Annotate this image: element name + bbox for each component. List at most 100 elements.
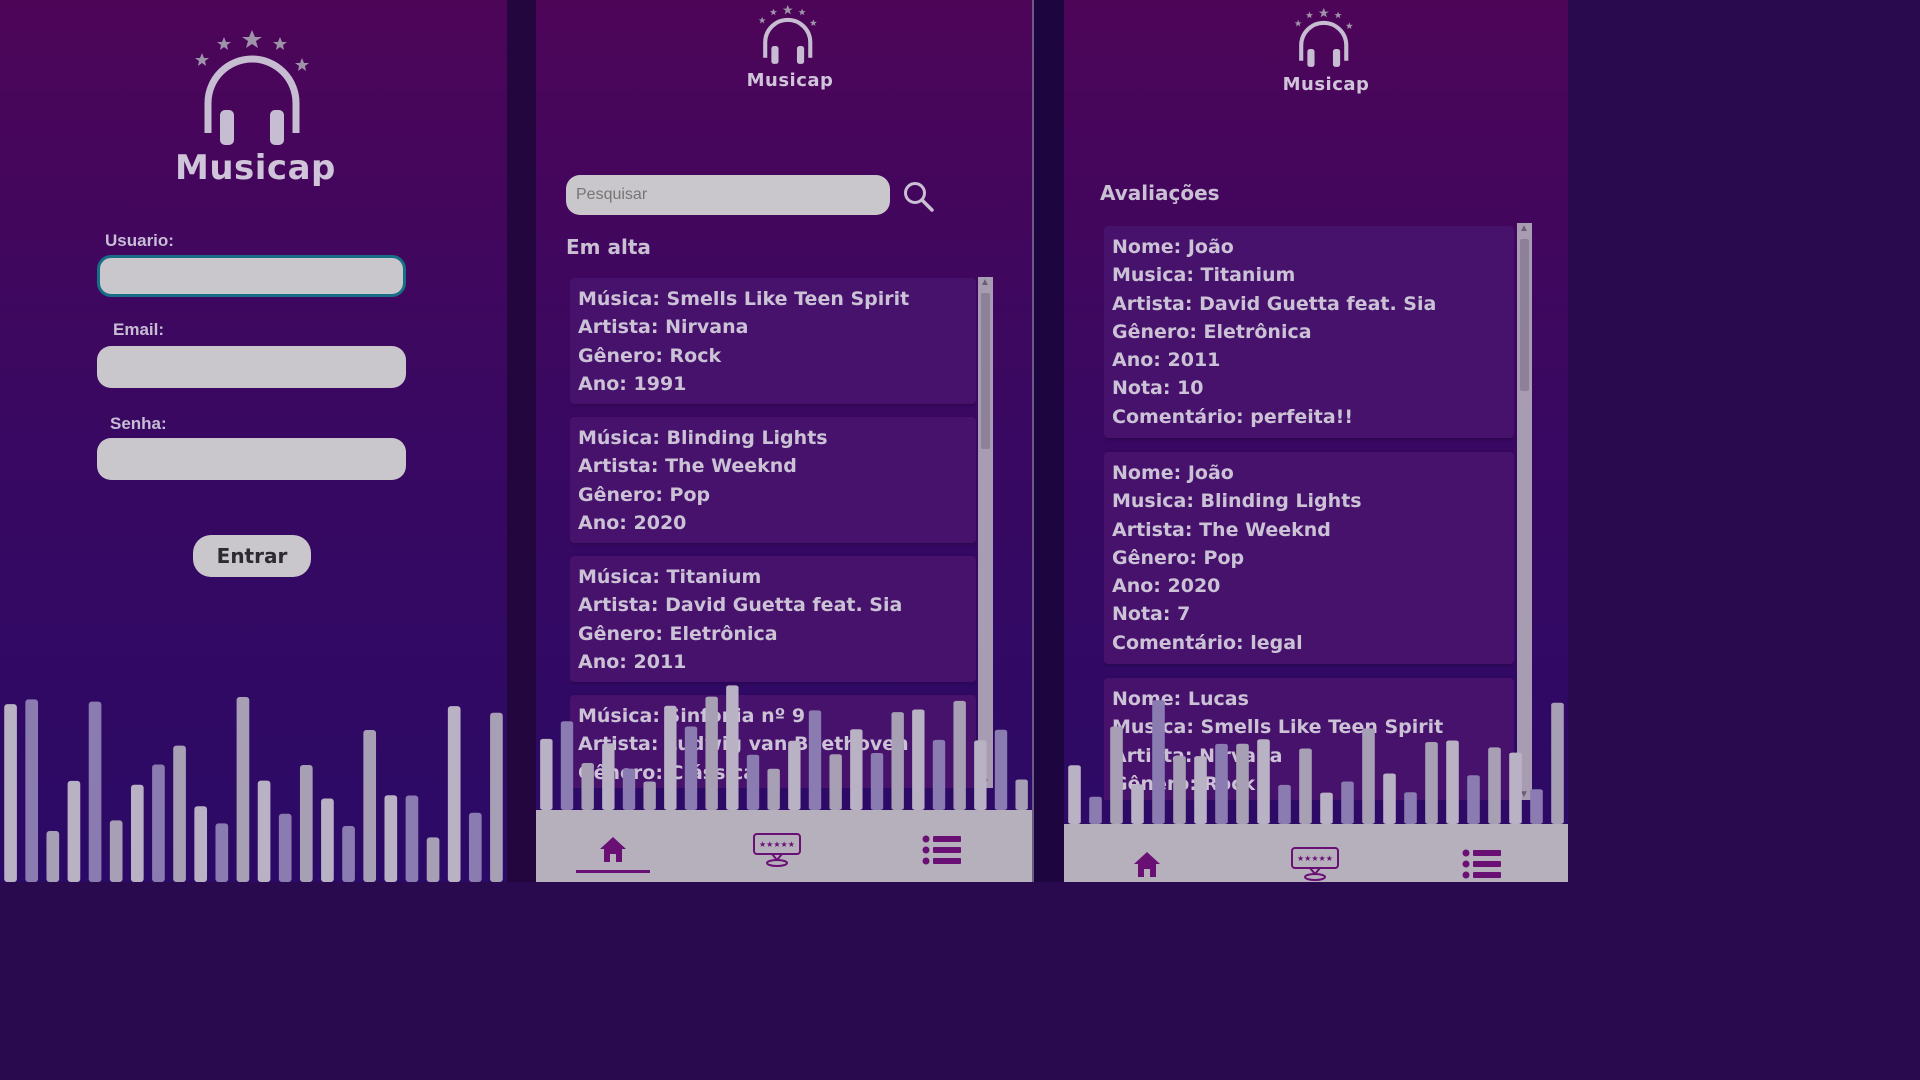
song-card[interactable]: Música: Titanium Artista: David Guetta f… <box>570 556 976 682</box>
equalizer-bar <box>974 740 987 810</box>
song-title: Música: Blinding Lights <box>578 427 828 449</box>
equalizer-bar <box>1425 741 1438 824</box>
headphones-logo-icon <box>758 5 817 64</box>
nav-home[interactable] <box>576 810 650 882</box>
equalizer-bar <box>1110 726 1123 824</box>
equalizer-bar <box>932 739 946 810</box>
equalizer-bar <box>46 831 60 882</box>
search-input[interactable] <box>566 175 890 215</box>
equalizer-bar <box>891 712 904 810</box>
review-score: Nota: 7 <box>1112 603 1191 626</box>
search-icon[interactable] <box>902 180 936 214</box>
usuario-input[interactable] <box>97 255 406 297</box>
song-artist: Artista: Nirvana <box>578 316 749 339</box>
equalizer-bar <box>67 780 81 882</box>
equalizer-bar <box>808 710 822 810</box>
song-genre: Gênero: Eletrônica <box>578 622 778 645</box>
equalizer-bar <box>25 699 39 882</box>
equalizer-bar <box>994 729 1008 810</box>
list-icon <box>1462 849 1501 879</box>
equalizer-bar <box>1215 743 1228 824</box>
scroll-up-icon[interactable]: ▲ <box>978 277 992 288</box>
equalizer-bar <box>912 709 925 810</box>
song-title: Música: Titanium <box>578 566 762 588</box>
app-name: Musicap <box>175 148 336 188</box>
scroll-thumb[interactable] <box>1520 239 1529 391</box>
song-card[interactable]: Música: Blinding Lights Artista: The Wee… <box>570 417 976 543</box>
nav-list[interactable] <box>1460 824 1504 882</box>
song-genre: Gênero: Pop <box>578 483 711 506</box>
email-input[interactable] <box>97 346 406 388</box>
equalizer-bar <box>1320 792 1333 824</box>
song-artist: Artista: David Guetta feat. Sia <box>578 594 903 617</box>
song-year: Ano: 2011 <box>578 650 687 673</box>
equalizer-bar <box>1173 755 1186 824</box>
equalizer-bar <box>4 704 17 882</box>
email-label: Email: <box>113 320 165 339</box>
section-title: Em alta <box>566 235 651 259</box>
review-name: Nome: João <box>1112 462 1234 484</box>
equalizer-bar <box>1131 784 1144 824</box>
senha-input[interactable] <box>97 438 406 480</box>
equalizer-bar <box>705 696 718 810</box>
equalizer-bar <box>152 764 165 882</box>
rating-icon: ★★★★★ <box>1291 847 1339 881</box>
equalizer-bar <box>1446 740 1459 824</box>
equalizer-bar <box>746 754 760 810</box>
equalizer-bar <box>109 820 123 882</box>
section-title: Avaliações <box>1100 181 1220 205</box>
app-name: Musicap <box>1282 74 1370 95</box>
equalizer-bar <box>1509 752 1522 824</box>
equalizer-bar <box>363 729 377 882</box>
equalizer-bar <box>788 740 801 810</box>
review-song: Musica: Titanium <box>1112 264 1296 287</box>
equalizer-decoration <box>4 696 503 882</box>
review-card[interactable]: Nome: João Musica: Titanium Artista: Dav… <box>1104 226 1514 438</box>
nav-ratings[interactable]: ★★★★★ <box>1288 824 1340 882</box>
nav-home[interactable] <box>1130 824 1164 882</box>
equalizer-bar <box>1551 702 1564 824</box>
equalizer-bar <box>850 729 863 810</box>
song-title: Música: Smells Like Teen Spirit <box>578 288 910 310</box>
equalizer-bar <box>1383 773 1396 824</box>
equalizer-bar <box>1341 781 1354 824</box>
equalizer-bar <box>581 763 594 810</box>
login-screen: Musicap Usuario: Email: Senha: Entrar <box>0 0 507 882</box>
equalizer-bar <box>1299 748 1312 824</box>
reviews-screen: Musicap Avaliações Nome: João Musica: Ti… <box>1064 0 1568 882</box>
entrar-button[interactable]: Entrar <box>193 535 311 577</box>
nav-list[interactable] <box>920 810 964 882</box>
equalizer-bar <box>173 745 186 882</box>
bottom-nav: ★★★★★ <box>1064 824 1568 882</box>
review-card[interactable]: Nome: João Musica: Blinding Lights Artis… <box>1104 452 1514 664</box>
review-year: Ano: 2011 <box>1112 349 1221 372</box>
equalizer-decoration <box>540 685 1028 810</box>
review-comment: Comentário: legal <box>1112 631 1303 654</box>
scroll-up-icon[interactable]: ▲ <box>1517 223 1531 234</box>
nav-active-indicator <box>576 870 650 873</box>
equalizer-bar <box>278 813 292 882</box>
scroll-thumb[interactable] <box>981 293 990 449</box>
equalizer-bar <box>384 795 398 882</box>
song-card[interactable]: Música: Smells Like Teen Spirit Artista:… <box>570 278 976 404</box>
equalizer-bar <box>321 798 334 882</box>
review-year: Ano: 2020 <box>1112 575 1221 598</box>
equalizer-bar <box>1089 796 1102 824</box>
song-year: Ano: 2020 <box>578 511 687 534</box>
panel-divider-line <box>1032 0 1034 882</box>
song-artist: Artista: The Weeknd <box>578 455 797 478</box>
usuario-label: Usuario: <box>105 231 174 250</box>
equalizer-bar <box>560 721 574 810</box>
app-name: Musicap <box>746 70 834 91</box>
equalizer-bar <box>88 701 102 882</box>
equalizer-bar <box>215 823 229 882</box>
headphones-logo-icon <box>1294 8 1353 67</box>
nav-ratings[interactable]: ★★★★★ <box>750 810 802 882</box>
bottom-nav: ★★★★★ <box>536 810 1032 882</box>
equalizer-bar <box>194 806 208 882</box>
review-comment: Comentário: perfeita!! <box>1112 405 1354 428</box>
equalizer-bar <box>829 754 842 810</box>
equalizer-bar <box>236 696 250 882</box>
equalizer-bar <box>1015 779 1028 810</box>
equalizer-bar <box>1236 743 1249 824</box>
